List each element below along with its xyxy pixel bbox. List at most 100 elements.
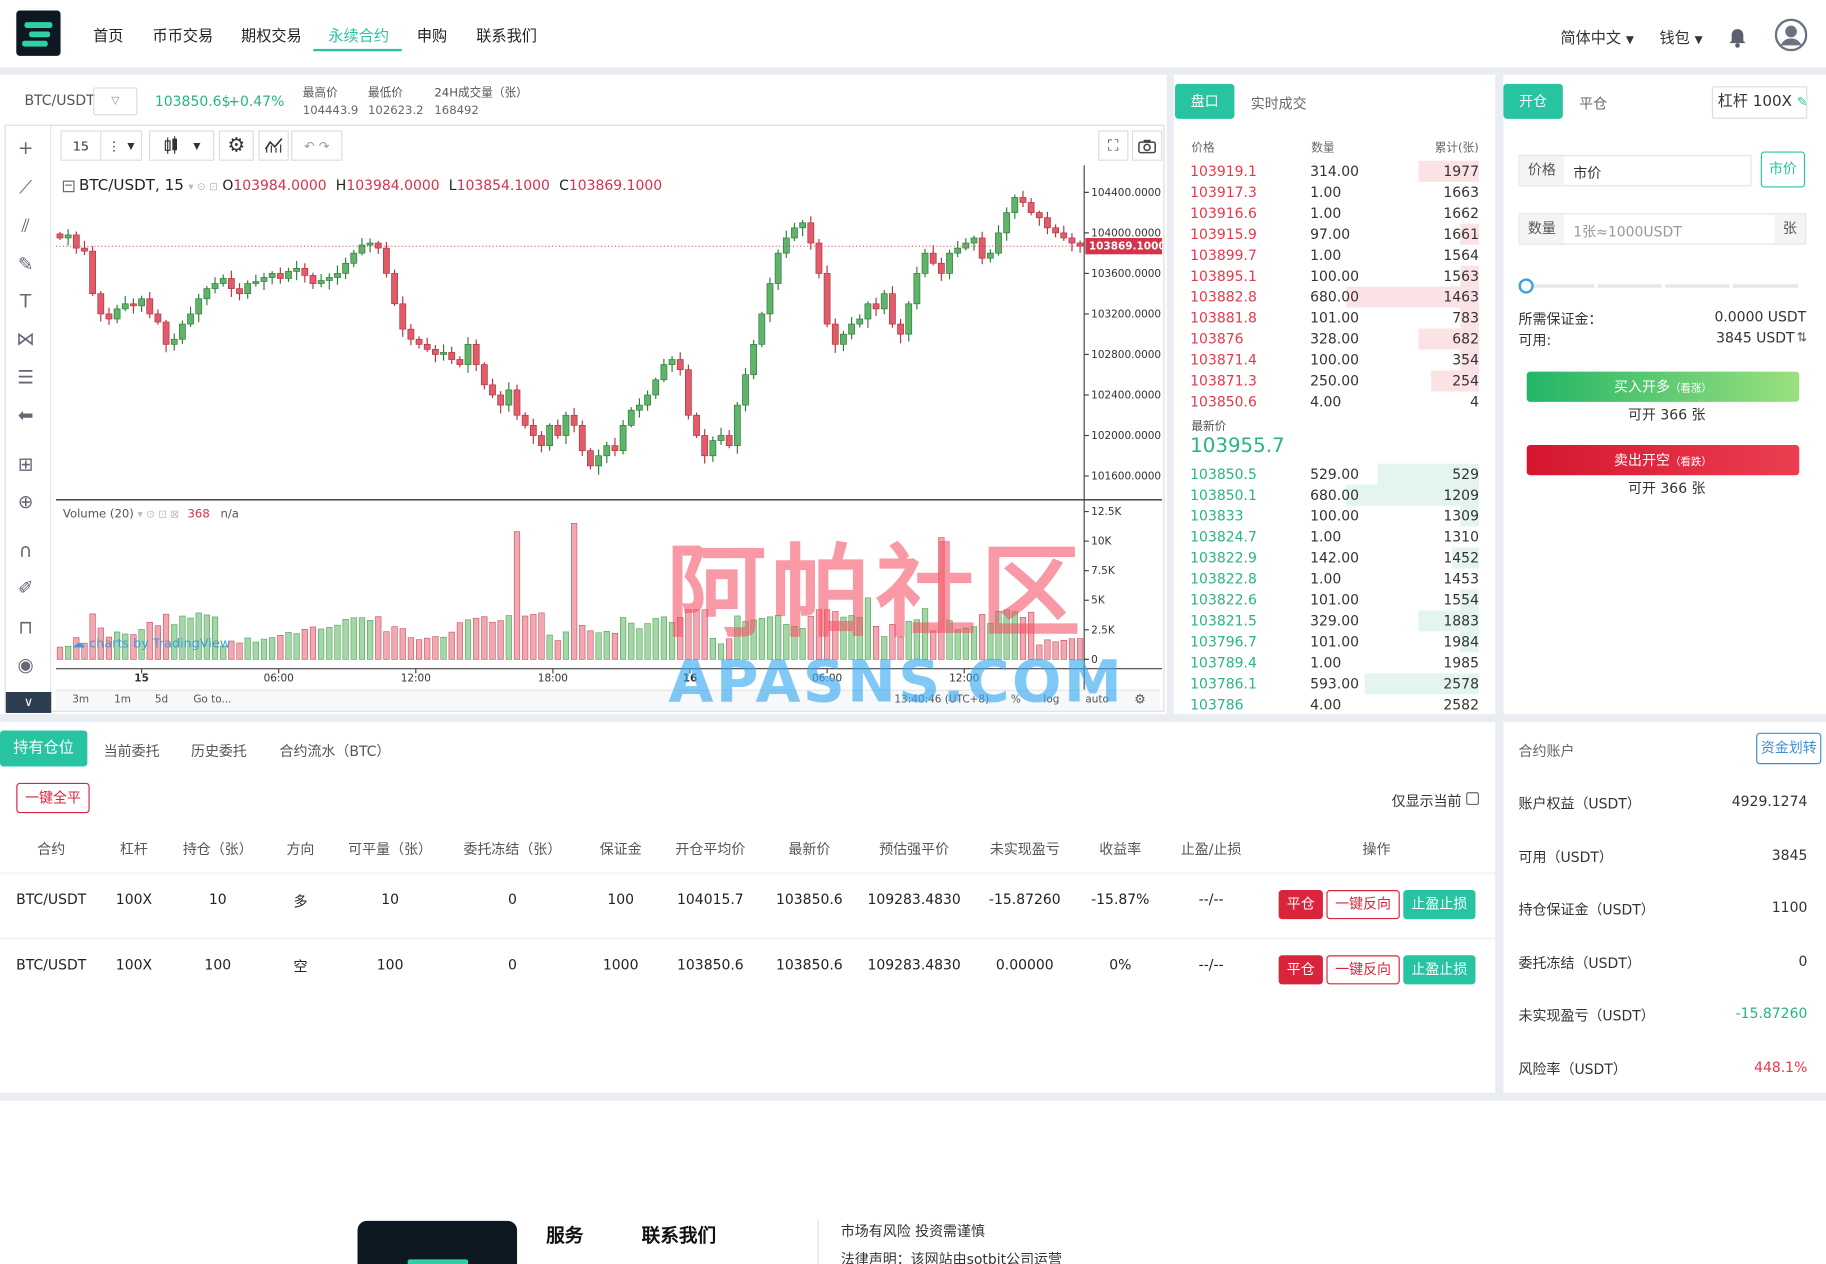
fib-retracement-icon[interactable]: ☰ [12, 365, 40, 391]
slider-handle[interactable] [1518, 278, 1534, 294]
orderbook-row[interactable]: 103850.6 4.00 4 [1181, 391, 1495, 412]
only-current-checkbox[interactable] [1466, 792, 1479, 806]
orderbook-row[interactable]: 103882.8 680.00 1463 [1181, 286, 1495, 308]
arrow-left-icon[interactable]: ⬅ [12, 403, 40, 429]
redo-icon[interactable]: ↷ [319, 138, 330, 153]
unlock-icon[interactable]: ⊓ [12, 615, 40, 641]
orderbook-row[interactable]: 103895.1 100.00 1563 [1181, 265, 1495, 287]
fund-transfer-button[interactable]: 资金划转 [1756, 732, 1822, 765]
candle-body [848, 323, 855, 335]
transfer-icon[interactable]: ⇅ [1797, 330, 1808, 345]
orderbook-row[interactable]: 103876 328.00 682 [1181, 328, 1495, 350]
pair-dropdown[interactable]: ▽ [93, 87, 138, 116]
orderbook-row[interactable]: 103824.7 1.00 1310 [1181, 527, 1495, 548]
volume-actions-icon[interactable]: ▾ ⊙ ⊡ ⊠ [138, 509, 180, 521]
tradingview-credit[interactable]: ☁ charts by TradingView [72, 636, 230, 651]
parallel-channel-icon[interactable]: ⫽ [12, 213, 40, 239]
tab-contract-ledger[interactable]: 合约流水（BTC） [279, 741, 390, 761]
qty-slider[interactable] [1518, 277, 1801, 294]
interval-button[interactable]: 15 [60, 130, 101, 161]
orderbook-row[interactable]: 103822.8 1.00 1453 [1181, 569, 1495, 590]
reverse-position-button[interactable]: 一键反向 [1326, 890, 1400, 920]
gear-icon[interactable]: ⚙ [1134, 692, 1145, 707]
pattern-icon[interactable]: ⋈ [12, 326, 40, 352]
tab-close-position[interactable]: 平仓 [1579, 93, 1607, 113]
tab-current-orders[interactable]: 当前委托 [104, 741, 160, 761]
nav-subscribe[interactable]: 申购 [417, 23, 447, 45]
orderbook-row[interactable]: 103850.1 680.00 1209 [1181, 484, 1495, 506]
undo-icon[interactable]: ↶ [304, 138, 315, 153]
nav-spot[interactable]: 币币交易 [153, 23, 214, 45]
nav-contact[interactable]: 联系我们 [476, 23, 537, 45]
indicators-button[interactable] [258, 130, 289, 161]
text-tool-icon[interactable]: T [12, 289, 40, 315]
legend-actions-icon[interactable]: ▾ ⊙ ⊡ [188, 182, 217, 194]
market-price-button[interactable]: 市价 [1760, 151, 1806, 188]
orderbook-row[interactable]: 103789.4 1.00 1985 [1181, 652, 1495, 673]
range-5d[interactable]: 5d [155, 694, 168, 706]
orderbook-row[interactable]: 103796.7 101.00 1984 [1181, 631, 1495, 653]
interval-menu[interactable]: ⋮ ▼ [100, 130, 143, 161]
eye-icon[interactable]: ◉ [12, 652, 40, 678]
close-position-button[interactable]: 平仓 [1278, 890, 1323, 920]
orderbook-row[interactable]: 103786 4.00 2582 [1181, 694, 1495, 715]
tab-orderbook[interactable]: 盘口 [1175, 83, 1235, 119]
qty-input[interactable]: 1张≈1000USDT [1573, 221, 1682, 241]
tab-positions[interactable]: 持有仓位 [0, 730, 88, 767]
candle-body [276, 273, 284, 279]
collapse-toolbar-button[interactable]: ∨ [5, 691, 52, 713]
orderbook-row[interactable]: 103919.1 314.00 1977 [1181, 160, 1495, 182]
orderbook-row[interactable]: 103916.6 1.00 1662 [1181, 203, 1495, 224]
screenshot-button[interactable] [1131, 130, 1163, 161]
brush-icon[interactable]: ✎ [12, 252, 40, 278]
footer-services[interactable]: 服务 [546, 1220, 583, 1248]
logo[interactable] [16, 10, 61, 56]
range-1m[interactable]: 1m [114, 694, 131, 706]
reverse-position-button[interactable]: 一键反向 [1326, 955, 1400, 985]
leverage-button[interactable]: 杠杆 100X ✎ [1711, 86, 1808, 119]
orderbook-row[interactable]: 103917.3 1.00 1663 [1181, 182, 1495, 203]
orderbook-row[interactable]: 103899.7 1.00 1564 [1181, 245, 1495, 266]
nav-perpetual[interactable]: 永续合约 [328, 23, 389, 45]
chart-type-button[interactable]: ▼ [149, 130, 215, 161]
orderbook-row[interactable]: 103786.1 593.00 2578 [1181, 673, 1495, 695]
sell-short-button[interactable]: 卖出开空（看跌） [1526, 445, 1800, 476]
undo-redo-group[interactable]: ↶ ↷ [291, 130, 343, 161]
orderbook-row[interactable]: 103821.5 329.00 1883 [1181, 610, 1495, 632]
tp-sl-button[interactable]: 止盈止损 [1403, 955, 1476, 985]
nav-options[interactable]: 期权交易 [241, 23, 302, 45]
tab-order-history[interactable]: 历史委托 [191, 741, 247, 761]
orderbook-row[interactable]: 103822.9 142.00 1452 [1181, 547, 1495, 569]
tab-open-position[interactable]: 开仓 [1503, 83, 1563, 119]
orderbook-row[interactable]: 103915.9 97.00 1661 [1181, 223, 1495, 245]
lock-drawing-icon[interactable]: ✐ [12, 576, 40, 602]
avatar[interactable] [1774, 18, 1808, 52]
orderbook-row[interactable]: 103833 100.00 1309 [1181, 505, 1495, 527]
fullscreen-button[interactable]: ⛶ [1098, 130, 1129, 161]
trendline-icon[interactable]: ⟋ [12, 175, 40, 201]
measure-icon[interactable]: ⊞ [12, 452, 40, 478]
orderbook-row[interactable]: 103871.3 250.00 254 [1181, 370, 1495, 392]
orderbook-row[interactable]: 103881.8 101.00 783 [1181, 307, 1495, 329]
settings-button[interactable]: ⚙ [218, 130, 254, 161]
tp-sl-button[interactable]: 止盈止损 [1403, 890, 1476, 920]
close-all-button[interactable]: 一键全平 [16, 782, 90, 814]
crosshair-icon[interactable]: + [12, 135, 40, 161]
orderbook-row[interactable]: 103871.4 100.00 354 [1181, 349, 1495, 371]
range-3m[interactable]: 3m [72, 694, 89, 706]
orderbook-row[interactable]: 103822.6 101.00 1554 [1181, 589, 1495, 611]
price-input[interactable]: 市价 [1573, 163, 1601, 183]
magnet-icon[interactable]: ∩ [12, 538, 40, 564]
language-select[interactable]: 简体中文 ▼ [1560, 26, 1633, 47]
close-position-button[interactable]: 平仓 [1278, 955, 1323, 985]
footer-contact[interactable]: 联系我们 [642, 1220, 717, 1248]
zoom-in-icon[interactable]: ⊕ [12, 489, 40, 515]
tab-realtime-trades[interactable]: 实时成交 [1251, 93, 1307, 113]
bell-icon[interactable] [1728, 28, 1747, 48]
goto-button[interactable]: Go to... [193, 694, 231, 706]
collapse-legend-icon[interactable]: − [62, 179, 75, 192]
nav-home[interactable]: 首页 [93, 23, 123, 45]
buy-long-button[interactable]: 买入开多（看涨） [1526, 371, 1800, 402]
orderbook-row[interactable]: 103850.5 529.00 529 [1181, 463, 1495, 485]
wallet-menu[interactable]: 钱包 ▼ [1659, 26, 1702, 47]
